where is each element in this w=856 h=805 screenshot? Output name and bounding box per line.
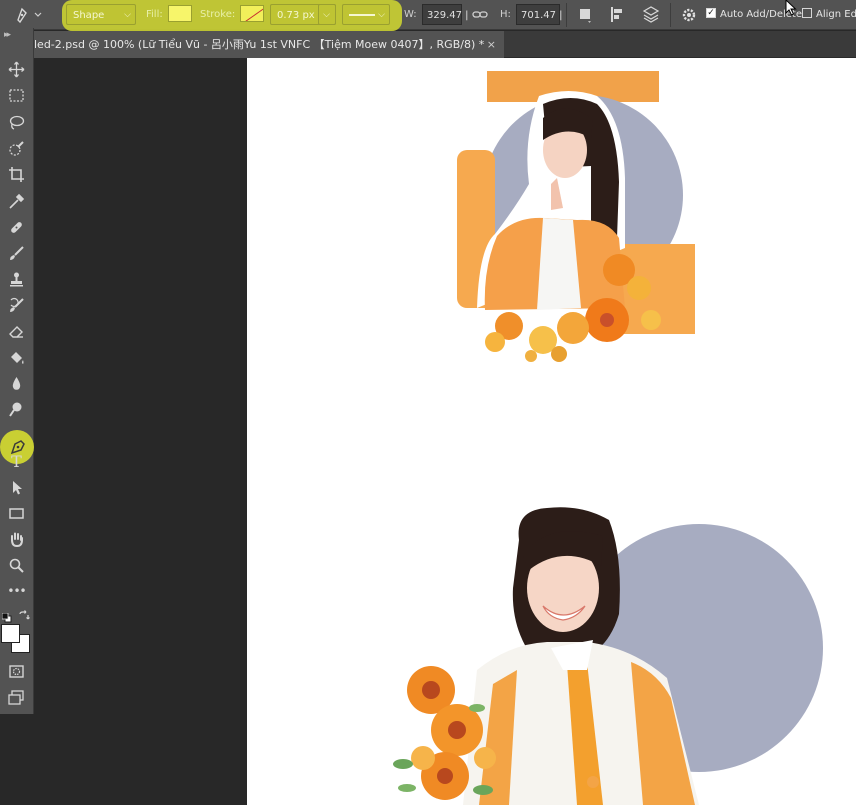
close-icon[interactable]: × [487, 31, 496, 58]
chevron-down-icon: ⌵ [124, 10, 131, 20]
lasso-tool[interactable] [3, 111, 30, 133]
eyedropper-tool[interactable] [3, 190, 30, 212]
align-icon [611, 7, 622, 22]
bandage-icon [11, 221, 22, 233]
align-edges-checkbox[interactable]: Align Edg [802, 4, 856, 25]
marquee-tool[interactable] [3, 84, 30, 106]
document-tab-title: led-2.psd @ 100% (Lữ Tiểu Vũ - 呂小雨Yu 1st… [34, 38, 485, 51]
document-tab[interactable]: led-2.psd @ 100% (Lữ Tiểu Vũ - 呂小雨Yu 1st… [26, 31, 504, 58]
move-tool[interactable] [3, 58, 30, 80]
paint-bucket-tool[interactable] [3, 346, 30, 368]
gear-icon [682, 8, 696, 22]
healing-brush-tool[interactable] [3, 216, 30, 238]
stroke-type-select[interactable]: ⌵ [342, 4, 390, 25]
quick-mask-icon [9, 664, 24, 678]
chevron-down-icon: ⌵ [378, 10, 385, 20]
stroke-label: Stroke: [200, 9, 236, 20]
quick-mask-button[interactable] [3, 660, 30, 682]
stroke-line-icon [349, 14, 375, 16]
stroke-width-value: 0.73 px [277, 10, 315, 21]
screen-mode-icon [8, 689, 24, 705]
droplet-icon [12, 376, 21, 390]
stamp-icon [10, 272, 23, 286]
brush-tool[interactable] [3, 242, 30, 264]
more-icon: ••• [7, 584, 26, 598]
paint-bucket-icon [11, 351, 24, 364]
rectangle-icon [9, 507, 24, 519]
screen-mode-button[interactable] [3, 686, 30, 708]
swap-colors-icon[interactable] [18, 607, 30, 620]
dodge-icon [9, 402, 22, 417]
path-operations-icon [580, 9, 591, 23]
blur-tool[interactable] [3, 372, 30, 394]
edit-toolbar-button[interactable]: ••• [3, 580, 30, 602]
marquee-icon [9, 88, 24, 102]
tools-panel: ▸▸ T ••• [0, 28, 34, 714]
brush-icon [10, 245, 24, 260]
hand-tool[interactable] [3, 528, 30, 550]
width-label: W: [404, 9, 417, 20]
zoom-tool[interactable] [3, 554, 30, 576]
type-icon: T [11, 451, 22, 471]
move-icon [8, 61, 25, 77]
eyedropper-icon [9, 193, 25, 209]
options-bar: Shape ⌵ Fill: Stroke: 0.73 px ⌵ ⌵ W: 329… [0, 0, 856, 31]
arrange-layers-icon [642, 6, 660, 23]
chevron-down-icon: ⌵ [323, 10, 330, 20]
crop-tool[interactable] [3, 163, 30, 185]
foreground-color-swatch[interactable] [1, 624, 20, 643]
width-input[interactable]: 329.47 | [422, 4, 469, 25]
path-operations-button[interactable] [576, 4, 596, 25]
clone-stamp-tool[interactable] [3, 268, 30, 290]
link-icon [472, 11, 488, 18]
history-brush-icon [10, 297, 24, 312]
stroke-width-dropdown[interactable]: ⌵ [318, 4, 336, 25]
default-colors-icon[interactable] [1, 608, 12, 623]
canvas-area[interactable] [35, 58, 856, 805]
artwork [393, 71, 823, 805]
link-dimensions-button[interactable] [472, 4, 490, 25]
crop-icon [9, 166, 24, 182]
divider [670, 3, 671, 27]
path-alignment-button[interactable] [608, 4, 628, 25]
pen-icon [17, 7, 42, 24]
checkbox-unchecked-icon [802, 8, 812, 18]
stroke-swatch[interactable] [240, 5, 264, 22]
tool-preset-picker[interactable] [12, 4, 42, 25]
lasso-icon [9, 115, 25, 130]
mouse-cursor-icon [785, 0, 797, 16]
hand-icon [11, 532, 23, 547]
fill-swatch[interactable] [168, 5, 192, 22]
magnifier-icon [9, 558, 24, 573]
arrow-cursor-icon [13, 480, 22, 494]
tool-mode-value: Shape [73, 10, 105, 21]
fill-label: Fill: [146, 9, 163, 20]
quick-select-tool[interactable] [3, 137, 30, 159]
dodge-tool[interactable] [3, 398, 30, 420]
eraser-icon [9, 325, 23, 338]
path-selection-tool[interactable] [3, 476, 30, 498]
path-arrangement-button[interactable] [640, 4, 662, 25]
quick-select-icon [9, 140, 24, 156]
divider [566, 3, 567, 27]
tool-mode-select[interactable]: Shape ⌵ [66, 4, 136, 25]
rectangle-tool[interactable] [3, 502, 30, 524]
height-label: H: [500, 9, 511, 20]
document-tab-bar: led-2.psd @ 100% (Lữ Tiểu Vũ - 呂小雨Yu 1st… [0, 31, 856, 58]
history-brush-tool[interactable] [3, 294, 30, 316]
checkbox-checked-icon: ✓ [706, 8, 716, 18]
height-input[interactable]: 701.47 | [516, 4, 563, 25]
type-tool[interactable]: T [3, 450, 30, 472]
eraser-tool[interactable] [3, 320, 30, 342]
geometry-options-button[interactable] [680, 4, 700, 25]
artboard[interactable] [247, 58, 856, 805]
panel-collapse-icon[interactable]: ▸▸ [4, 30, 11, 40]
align-edges-label: Align Edg [816, 9, 856, 20]
